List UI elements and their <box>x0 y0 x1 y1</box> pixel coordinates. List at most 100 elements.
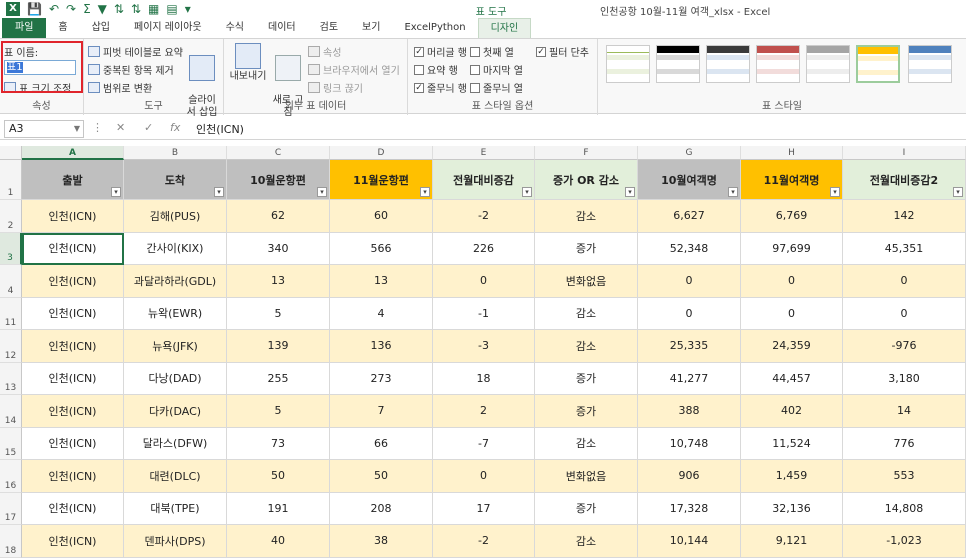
table-cell[interactable]: 6,627 <box>638 200 741 233</box>
column-header-b[interactable]: B <box>124 146 227 160</box>
column-header-h[interactable]: H <box>741 146 843 160</box>
row-header[interactable]: 14 <box>0 395 22 428</box>
remove-duplicates-button[interactable]: 중복된 항목 제거 <box>88 62 174 77</box>
filter-dropdown-icon[interactable]: ▾ <box>111 187 121 197</box>
table-cell[interactable]: 감소 <box>535 427 638 460</box>
sort-desc-icon[interactable]: ⇅ <box>131 1 141 17</box>
table-cell[interactable]: 136 <box>330 330 433 363</box>
table-cell[interactable]: 60 <box>330 200 433 233</box>
table-cell[interactable]: 다낭(DAD) <box>124 362 227 395</box>
filter-dropdown-icon[interactable]: ▾ <box>953 187 963 197</box>
table-cell[interactable]: 인천(ICN) <box>22 265 124 298</box>
tab-insert[interactable]: 삽입 <box>80 18 122 38</box>
table-style-swatch[interactable] <box>756 45 800 83</box>
table-cell[interactable]: 273 <box>330 362 433 395</box>
table-cell[interactable]: 인천(ICN) <box>22 362 124 395</box>
column-header-d[interactable]: D <box>330 146 433 160</box>
table-cell[interactable]: 226 <box>433 232 535 265</box>
table-cell[interactable]: 인천(ICN) <box>22 330 124 363</box>
table-cell[interactable]: 4 <box>330 297 433 330</box>
total-row-checkbox[interactable]: 요약 행 <box>414 62 458 77</box>
autosum-icon[interactable]: Σ <box>83 1 91 17</box>
name-box-dropdown-icon[interactable]: ▼ <box>74 121 80 137</box>
table-cell[interactable]: 0 <box>741 265 843 298</box>
table-header-cell[interactable]: 11월운항편 ▾ <box>330 160 433 200</box>
table-cell[interactable]: 52,348 <box>638 232 741 265</box>
table-cell[interactable]: 대북(TPE) <box>124 492 227 525</box>
table-cell[interactable]: -976 <box>843 330 966 363</box>
table-cell[interactable]: 1,459 <box>741 460 843 493</box>
table-cell[interactable]: 44,457 <box>741 362 843 395</box>
table-cell[interactable]: 73 <box>227 427 330 460</box>
table-cell[interactable]: 5 <box>227 297 330 330</box>
column-header-i[interactable]: I <box>843 146 966 160</box>
table-cell[interactable]: 566 <box>330 232 433 265</box>
table-cell[interactable]: 인천(ICN) <box>22 395 124 428</box>
table-cell[interactable]: 11,524 <box>741 427 843 460</box>
header-row-checkbox[interactable]: ✓ 머리글 행 <box>414 44 467 59</box>
table-cell[interactable]: 뉴왁(EWR) <box>124 297 227 330</box>
table-cell[interactable]: 208 <box>330 492 433 525</box>
column-header-g[interactable]: G <box>638 146 741 160</box>
cancel-icon[interactable]: ✕ <box>116 121 125 134</box>
table-cell[interactable]: 감소 <box>535 297 638 330</box>
table-cell[interactable]: 김해(PUS) <box>124 200 227 233</box>
row-header[interactable]: 12 <box>0 330 22 363</box>
table-cell[interactable]: 340 <box>227 232 330 265</box>
undo-icon[interactable]: ↶ <box>49 1 59 17</box>
table-cell[interactable]: 감소 <box>535 330 638 363</box>
table-cell[interactable]: 0 <box>843 265 966 298</box>
table-cell[interactable]: 변화없음 <box>535 460 638 493</box>
table-cell[interactable]: 증가 <box>535 362 638 395</box>
table-cell[interactable]: 24,359 <box>741 330 843 363</box>
table-style-swatch[interactable] <box>606 45 650 83</box>
table-cell[interactable]: 10,748 <box>638 427 741 460</box>
filter-dropdown-icon[interactable]: ▾ <box>522 187 532 197</box>
table-cell[interactable]: 45,351 <box>843 232 966 265</box>
formula-input[interactable]: 인천(ICN) <box>196 121 244 137</box>
table-cell[interactable]: 감소 <box>535 200 638 233</box>
table-style-swatch[interactable] <box>908 45 952 83</box>
row-header[interactable]: 4 <box>0 265 22 298</box>
table-cell[interactable]: 38 <box>330 525 433 558</box>
tab-view[interactable]: 보기 <box>350 18 392 38</box>
table-cell[interactable]: 13 <box>227 265 330 298</box>
enter-icon[interactable]: ✓ <box>144 121 153 134</box>
table-cell[interactable]: 0 <box>638 265 741 298</box>
table-cell[interactable]: -2 <box>433 525 535 558</box>
tab-formulas[interactable]: 수식 <box>214 18 256 38</box>
table-header-cell[interactable]: 전월대비증감 ▾ <box>433 160 535 200</box>
table-header-cell[interactable]: 출발 ▾ <box>22 160 124 200</box>
filter-dropdown-icon[interactable]: ▾ <box>728 187 738 197</box>
properties-button[interactable]: 속성 <box>308 44 341 59</box>
table-cell[interactable]: 0 <box>638 297 741 330</box>
table-cell[interactable]: -3 <box>433 330 535 363</box>
filter-dropdown-icon[interactable]: ▾ <box>420 187 430 197</box>
table-cell[interactable]: 증가 <box>535 395 638 428</box>
table-cell[interactable]: 인천(ICN) <box>22 492 124 525</box>
filter-dropdown-icon[interactable]: ▾ <box>317 187 327 197</box>
first-column-checkbox[interactable]: 첫째 열 <box>470 44 514 59</box>
table-cell[interactable]: 7 <box>330 395 433 428</box>
table-cell[interactable]: 9,121 <box>741 525 843 558</box>
table-cell[interactable]: 41,277 <box>638 362 741 395</box>
banded-columns-checkbox[interactable]: 줄무늬 열 <box>470 80 523 95</box>
table-header-cell[interactable]: 전월대비증감2 ▾ <box>843 160 966 200</box>
export-button[interactable]: 내보내기 <box>228 43 268 83</box>
open-in-browser-button[interactable]: 브라우저에서 열기 <box>308 62 400 77</box>
table-cell[interactable]: 906 <box>638 460 741 493</box>
table-cell[interactable]: 감소 <box>535 525 638 558</box>
save-icon[interactable]: 💾 <box>27 1 42 17</box>
table-cell[interactable]: 255 <box>227 362 330 395</box>
form-icon[interactable]: ▤ <box>166 1 177 17</box>
filter-dropdown-icon[interactable]: ▾ <box>214 187 224 197</box>
table-cell[interactable]: 14,808 <box>843 492 966 525</box>
table-cell[interactable]: 인천(ICN) <box>22 525 124 558</box>
table-cell[interactable]: 0 <box>433 460 535 493</box>
table-cell[interactable]: 증가 <box>535 492 638 525</box>
tab-page-layout[interactable]: 페이지 레이아웃 <box>122 18 214 38</box>
table-cell[interactable]: 덴파사(DPS) <box>124 525 227 558</box>
table-cell[interactable]: 달라스(DFW) <box>124 427 227 460</box>
column-header-e[interactable]: E <box>433 146 535 160</box>
table-cell[interactable]: 0 <box>433 265 535 298</box>
